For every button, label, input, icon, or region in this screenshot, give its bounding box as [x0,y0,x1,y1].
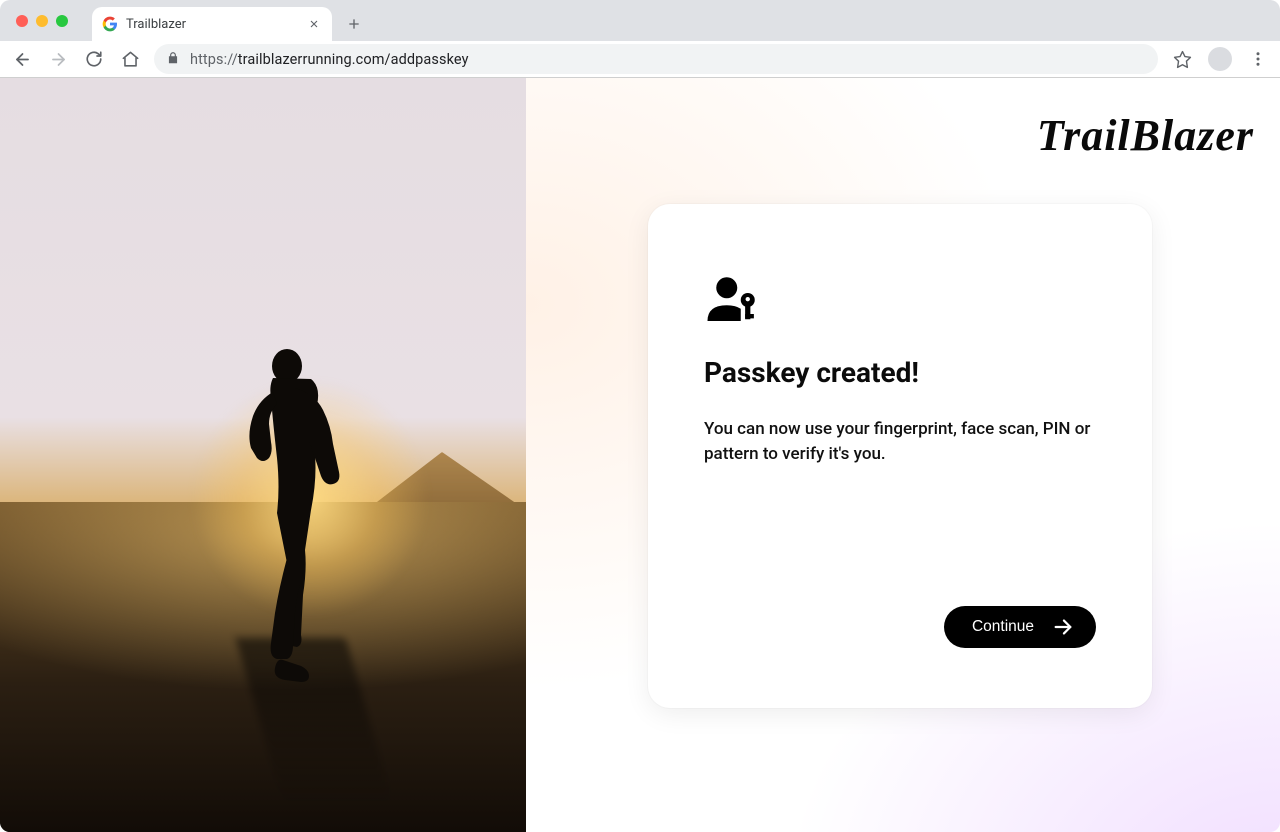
window-controls [10,0,74,41]
card-body-text: You can now use your fingerprint, face s… [704,417,1096,466]
nav-reload-button[interactable] [82,47,106,71]
browser-menu-button[interactable] [1246,47,1270,71]
window-close-button[interactable] [16,15,28,27]
profile-avatar[interactable] [1208,47,1232,71]
nav-home-button[interactable] [118,47,142,71]
continue-label: Continue [972,618,1034,636]
window-minimize-button[interactable] [36,15,48,27]
nav-forward-button[interactable] [46,47,70,71]
toolbar-right [1170,47,1270,71]
continue-button[interactable]: Continue [944,606,1096,648]
lock-icon [166,50,180,69]
new-tab-button[interactable] [340,10,368,38]
browser-tab[interactable]: Trailblazer [92,7,332,41]
brand-logo: TrailBlazer [1037,110,1254,161]
tab-strip: Trailblazer [0,0,1280,41]
passkey-card: Passkey created! You can now use your fi… [648,204,1152,708]
window-fullscreen-button[interactable] [56,15,68,27]
content-panel: TrailBlazer Passkey created! You can now… [526,78,1280,832]
arrow-right-icon [1052,616,1074,638]
browser-toolbar: https://trailblazerrunning.com/addpasske… [0,41,1280,77]
bookmark-button[interactable] [1170,47,1194,71]
url-bar[interactable]: https://trailblazerrunning.com/addpasske… [154,44,1158,74]
tab-close-button[interactable] [306,16,322,32]
passkey-icon [704,274,760,326]
page-viewport: TrailBlazer Passkey created! You can now… [0,78,1280,832]
card-heading: Passkey created! [704,356,1096,389]
browser-chrome: Trailblazer https://trailblazerrunnin [0,0,1280,78]
runner-silhouette [225,348,365,688]
tab-title: Trailblazer [126,17,298,32]
hero-image [0,78,526,832]
url-text: https://trailblazerrunning.com/addpasske… [190,51,469,68]
nav-back-button[interactable] [10,47,34,71]
tab-favicon [102,16,118,32]
